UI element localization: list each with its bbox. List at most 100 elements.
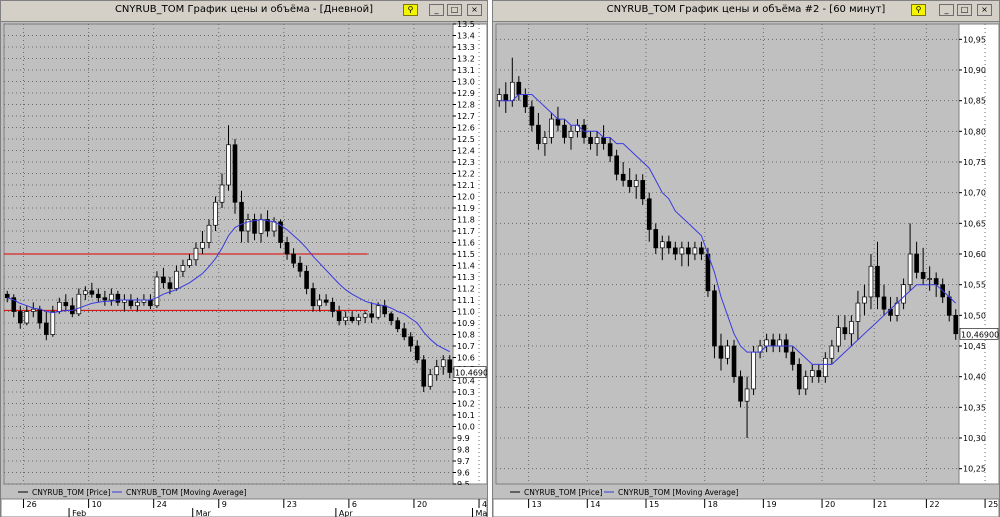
minimize-icon[interactable]: _ [429,4,444,16]
candle-body [562,124,567,138]
minimize-icon[interactable]: _ [939,4,954,16]
candle-body [509,81,515,102]
y-tick-label: 9.6 [457,469,470,478]
candle-body [382,305,387,315]
y-tick-label: 13.2 [457,55,475,64]
y-tick-label: 9.9 [457,434,470,443]
candle-body [154,276,160,307]
candle-body [401,328,407,338]
candle-body [549,118,554,138]
x-tick-label: 20 [417,500,427,509]
y-tick-label: 11.0 [457,308,475,317]
candle-body [842,327,848,335]
candle-body [30,308,36,312]
candle-body [503,94,509,102]
daily-candlestick-chart[interactable]: 13.5 13.4 13.3 13.2 13.1 13.0 12.9 12.8 12.7 12.6… [1,21,487,517]
candle-body [135,301,140,307]
candle-body [226,144,231,186]
candle-body [17,311,23,324]
candle-body [284,242,290,255]
close-icon[interactable]: × [467,4,482,16]
maximize-icon[interactable]: □ [957,4,972,16]
x-tick-label: 26 [27,500,37,509]
y-tick-label: 12.2 [457,170,475,179]
candle-body [89,290,95,295]
pin-icon[interactable]: ⚲ [911,4,926,16]
legend-price-label: CNYRUB_TOM [Price] [32,488,111,497]
candle-body [901,284,906,304]
candle-body [594,137,600,144]
daily-chart-titlebar[interactable]: CNYRUB_TOM График цены и объёма - [Дневн… [1,1,487,22]
candle-body [434,366,440,376]
candle-body [718,345,724,359]
candle-body [770,339,776,347]
hourly-chart-titlebar[interactable]: CNYRUB_TOM График цены и объёма #2 - [60… [493,1,999,22]
candle-body [536,124,541,144]
candle-body [239,201,244,232]
candle-body [349,316,355,322]
candle-body [174,270,179,289]
y-tick-label: 10,65 [963,219,986,228]
candle-body [686,247,691,255]
x-tick-label: 23 [287,500,297,509]
y-tick-label: 10,25 [963,465,986,474]
candle-body [310,288,316,307]
candle-body [627,180,632,187]
candle-body [731,345,737,378]
pin-icon[interactable]: ⚲ [403,4,418,16]
x-month-label: Apr [339,509,354,517]
candle-body [252,219,257,234]
y-tick-label: 10.2 [457,400,475,409]
candle-body [421,359,427,387]
y-tick-label: 10.0 [457,423,475,432]
candle-body [953,314,959,335]
candle-body [213,201,218,226]
x-tick-label: 9 [222,500,227,509]
candle-body [200,242,205,249]
candle-body [375,305,381,318]
candle-body [823,357,828,378]
y-tick-label: 10.7 [457,342,475,351]
candle-body [258,219,264,234]
y-tick-label: 12.1 [457,181,475,190]
y-tick-label: 10.6 [457,354,475,363]
candle-body [180,265,186,272]
y-tick-label: 11.1 [457,296,475,305]
y-tick-label: 11.4 [457,262,475,271]
candle-body [297,262,303,272]
maximize-icon[interactable]: □ [447,4,462,16]
y-tick-label: 10,40 [963,373,986,382]
y-tick-label: 10,85 [963,97,986,106]
candle-body [673,247,678,255]
y-tick-label: 10,95 [963,35,986,44]
candle-body [50,311,56,335]
x-month-label: May [476,509,487,517]
candle-body [96,293,101,299]
hourly-candlestick-chart[interactable]: 10,95 10,90 10,85 10,80 10,75 10,70 10,65 10,60… [493,21,999,517]
candle-body [542,137,548,144]
x-tick-label: 18 [708,500,718,509]
candle-body [102,297,108,301]
candle-body [115,293,121,303]
candle-body [128,299,134,307]
candle-body [875,265,880,298]
candle-body [725,345,730,359]
candle-body [291,253,296,264]
y-tick-label: 9.8 [457,446,470,455]
candle-body [920,272,926,279]
candle-body [529,106,535,126]
candle-body [76,293,82,315]
candle-body [304,270,309,289]
candle-body [836,327,841,347]
y-tick-label: 10.3 [457,388,475,397]
close-icon[interactable]: × [977,4,992,16]
y-tick-label: 11.3 [457,273,475,282]
y-tick-label: 10.8 [457,331,475,340]
candle-body [523,94,528,108]
candle-body [640,180,646,200]
candle-body [620,173,626,181]
x-tick-label: 22 [929,500,939,509]
y-tick-label: 10,55 [963,281,986,290]
candle-body [219,184,225,203]
candle-body [927,278,932,280]
